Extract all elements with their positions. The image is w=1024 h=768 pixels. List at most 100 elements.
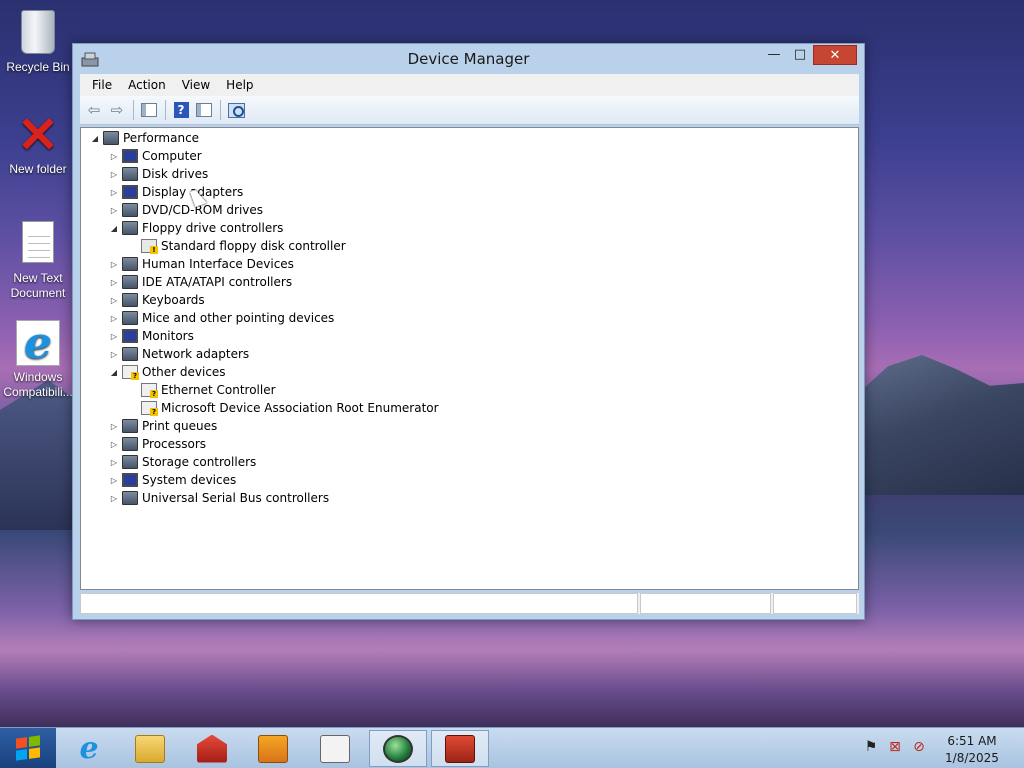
computer-icon [122,149,138,163]
tree-root-performance[interactable]: ◢ Performance [89,129,199,147]
tree-device[interactable]: Microsoft Device Association Root Enumer… [127,399,439,417]
tree-item-label: Floppy drive controllers [142,221,284,235]
taskbar-device-manager[interactable] [431,730,489,767]
taskbar-file-explorer[interactable] [121,730,179,767]
tree-category[interactable]: ◢ Floppy drive controllers [108,219,283,237]
hid-icon [122,257,138,271]
taskbar-internet-explorer[interactable]: e [60,730,118,767]
title-bar[interactable]: Device Manager — □ ✕ [73,44,864,74]
tree-item-label: IDE ATA/ATAPI controllers [142,275,293,289]
menu-view[interactable]: View [174,78,218,92]
minimize-button[interactable]: — [761,45,787,65]
tree-category[interactable]: ▷ Computer [108,147,202,165]
red-x-folder-icon: ✕ [17,107,59,163]
tree-category[interactable]: ▷ Network adapters [108,345,249,363]
expand-arrow-icon[interactable]: ▷ [108,422,120,431]
tree-category[interactable]: ▷ Storage controllers [108,453,256,471]
expand-arrow-icon[interactable]: ▷ [108,332,120,341]
network-disconnected-icon[interactable]: ⊠ [886,738,904,756]
collapse-arrow-icon[interactable]: ◢ [89,134,101,143]
processor-icon [122,437,138,451]
expand-arrow-icon[interactable]: ▷ [108,494,120,503]
desktop-icon-recycle-bin[interactable]: Recycle Bin [0,6,76,75]
expand-arrow-icon[interactable]: ▷ [108,206,120,215]
action-center-flag-icon[interactable]: ⚑ [862,738,880,756]
tree-category[interactable]: ▷ Mice and other pointing devices [108,309,334,327]
show-hide-console-tree-icon[interactable] [138,99,160,121]
ide-controller-icon [122,275,138,289]
volume-muted-icon[interactable]: ⊘ [910,738,928,756]
dvd-drive-icon [122,203,138,217]
tree-item-label: Monitors [142,329,194,343]
maximize-button[interactable]: □ [787,45,813,65]
toolbar: ⇦ ⇨ ? [80,96,859,125]
expand-arrow-icon[interactable]: ▷ [108,296,120,305]
unknown-device-icon [141,383,158,398]
expand-arrow-icon[interactable]: ▷ [108,314,120,323]
expand-arrow-icon[interactable]: ▷ [108,152,120,161]
usb-icon [122,491,138,505]
back-arrow-icon[interactable]: ⇦ [83,99,105,121]
tree-category[interactable]: ▷ Display adapters [108,183,243,201]
tree-item-label: Ethernet Controller [161,383,276,397]
tree-category[interactable]: ▷ Human Interface Devices [108,255,294,273]
tree-category[interactable]: ▷ DVD/CD-ROM drives [108,201,263,219]
expand-arrow-icon[interactable]: ▷ [108,350,120,359]
tree-category[interactable]: ▷ Processors [108,435,206,453]
tree-category[interactable]: ▷ Universal Serial Bus controllers [108,489,329,507]
desktop-icon-new-folder[interactable]: ✕ New folder [0,107,76,177]
taskbar-red-app[interactable] [183,730,241,767]
device-manager-window[interactable]: Device Manager — □ ✕ File Action View He… [72,43,865,620]
clock[interactable]: 6:51 AM 1/8/2025 [940,733,1004,767]
tree-device[interactable]: Standard floppy disk controller [127,237,346,255]
tree-item-label: Keyboards [142,293,205,307]
computer-root-icon [103,131,119,145]
wallpaper-mountain [854,355,1024,495]
network-adapter-icon [122,347,138,361]
expand-arrow-icon[interactable]: ▷ [108,188,120,197]
taskbar: e ⚑ ⊠ ⊘ 6:51 AM 1/8/2025 [0,727,1024,768]
system-device-icon [122,473,138,487]
tree-category[interactable]: ▷ IDE ATA/ATAPI controllers [108,273,292,291]
expand-arrow-icon[interactable]: ▷ [108,170,120,179]
expand-arrow-icon[interactable]: ▷ [108,440,120,449]
tree-category[interactable]: ▷ Monitors [108,327,194,345]
scan-hardware-changes-icon[interactable] [225,99,247,121]
desktop-icon-new-text-document[interactable]: New Text Document [0,218,76,301]
red-app-icon [197,734,227,763]
collapse-arrow-icon[interactable]: ◢ [108,224,120,233]
monitor-icon [122,329,138,343]
start-button[interactable] [0,728,56,768]
tree-category[interactable]: ▷ Disk drives [108,165,208,183]
taskbar-media-player[interactable] [244,730,302,767]
status-bar [80,593,859,614]
tree-category[interactable]: ▷ Keyboards [108,291,205,309]
expand-arrow-icon[interactable]: ▷ [108,476,120,485]
keyboard-icon [122,293,138,307]
menu-help[interactable]: Help [218,78,261,92]
tree-category[interactable]: ▷ System devices [108,471,236,489]
expand-arrow-icon[interactable]: ▷ [108,260,120,269]
toolbar-separator [165,100,166,120]
menu-action[interactable]: Action [120,78,174,92]
menu-file[interactable]: File [84,78,120,92]
taskbar-globe-app[interactable] [369,730,427,767]
media-player-icon [258,734,288,763]
help-icon[interactable]: ? [170,99,192,121]
tree-device[interactable]: Ethernet Controller [127,381,276,399]
expand-arrow-icon[interactable]: ▷ [108,458,120,467]
printer-icon [122,419,138,433]
globe-icon [383,734,413,763]
collapse-arrow-icon[interactable]: ◢ [108,368,120,377]
tree-item-label: Disk drives [142,167,209,181]
taskbar-news-app[interactable] [306,730,364,767]
tree-category[interactable]: ▷ Print queues [108,417,217,435]
desktop-icon-windows-compatibility[interactable]: e Windows Compatibili... [0,320,76,400]
desktop-icon-label: Recycle Bin [6,60,70,74]
tree-category[interactable]: ◢ Other devices [108,363,226,381]
show-hide-action-pane-icon[interactable] [193,99,215,121]
expand-arrow-icon[interactable]: ▷ [108,278,120,287]
forward-arrow-icon[interactable]: ⇨ [106,99,128,121]
toolbar-separator [220,100,221,120]
close-button[interactable]: ✕ [813,45,857,65]
